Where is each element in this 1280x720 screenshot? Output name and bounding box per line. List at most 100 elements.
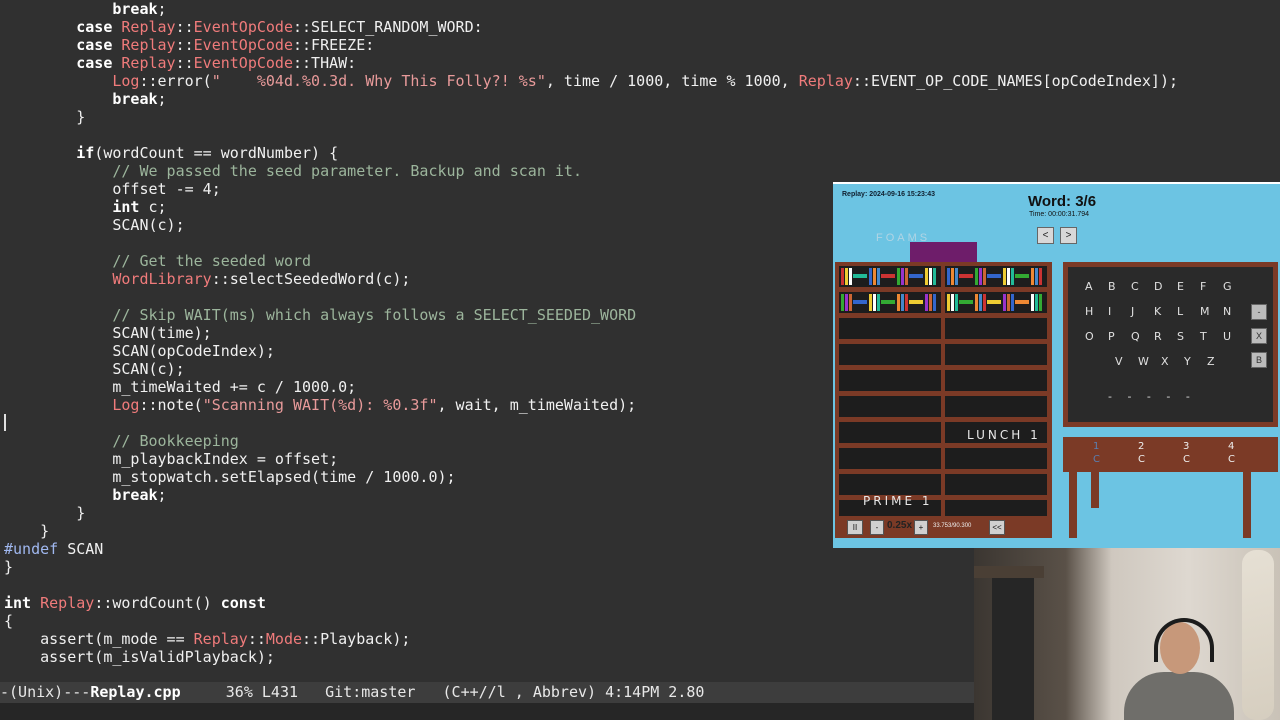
book — [881, 300, 895, 304]
letter-key[interactable]: T — [1200, 330, 1207, 343]
game-window[interactable]: Replay: 2024-09-16 15:23:43 Word: 3/6 Ti… — [833, 182, 1280, 548]
side-button-x[interactable]: X — [1251, 328, 1267, 344]
shelf-cell — [945, 318, 1047, 339]
letter-key[interactable]: W — [1138, 355, 1149, 368]
table-leg — [1091, 472, 1099, 508]
side-button-minus[interactable]: - — [1251, 304, 1267, 320]
code-line: break; — [112, 0, 167, 18]
rewind-button[interactable]: << — [989, 520, 1005, 535]
letter-key[interactable]: H — [1085, 305, 1093, 318]
book — [869, 268, 872, 285]
book — [979, 268, 982, 285]
code-line: break; — [112, 90, 167, 108]
book — [841, 294, 844, 311]
book — [1031, 268, 1034, 285]
letter-key[interactable]: N — [1223, 305, 1231, 318]
code-line: Log::error(" %04d.%0.3d. Why This Folly?… — [112, 72, 1179, 90]
shelf-cell — [945, 344, 1047, 365]
book — [909, 274, 923, 278]
letter-key[interactable]: U — [1223, 330, 1231, 343]
letter-key[interactable]: D — [1154, 280, 1162, 293]
prev-word-button[interactable]: < — [1037, 227, 1054, 244]
webcam-person-shirt — [1124, 672, 1234, 720]
code-line: case Replay::EventOpCode::SELECT_RANDOM_… — [76, 18, 483, 36]
code-line: } — [4, 558, 14, 576]
code-line: // Bookkeeping — [112, 432, 239, 450]
letter-key[interactable]: X — [1161, 355, 1169, 368]
book — [1003, 294, 1006, 311]
letter-key[interactable]: F — [1200, 280, 1206, 293]
book — [1039, 294, 1042, 311]
shelf-cell — [945, 474, 1047, 495]
book — [897, 268, 900, 285]
webcam-file-cabinet — [992, 578, 1034, 720]
book — [901, 268, 904, 285]
letter-key[interactable]: I — [1108, 305, 1111, 318]
book — [925, 268, 928, 285]
book — [1015, 300, 1029, 304]
letter-key[interactable]: M — [1200, 305, 1210, 318]
shelf-cell — [839, 396, 941, 417]
letter-key[interactable]: E — [1177, 280, 1184, 293]
pause-button[interactable]: II — [847, 520, 863, 535]
book — [1015, 274, 1029, 278]
letter-key[interactable]: G — [1223, 280, 1232, 293]
table: 1 2 3 4 C C C C — [1063, 437, 1278, 472]
book — [929, 268, 932, 285]
shelf-cell — [945, 370, 1047, 391]
letter-key[interactable]: B — [1108, 280, 1116, 293]
shelf-cell — [945, 396, 1047, 417]
speed-up-button[interactable]: + — [914, 520, 928, 535]
text-cursor — [4, 414, 6, 431]
letter-key[interactable]: K — [1154, 305, 1161, 318]
webcam-skeleton — [1242, 550, 1274, 720]
letter-key[interactable]: Z — [1207, 355, 1215, 368]
side-button-b[interactable]: B — [1251, 352, 1267, 368]
letter-key[interactable]: V — [1115, 355, 1123, 368]
code-line: // We passed the seed parameter. Backup … — [112, 162, 582, 180]
book — [845, 268, 848, 285]
book — [873, 294, 876, 311]
book — [909, 300, 923, 304]
speed-down-button[interactable]: - — [870, 520, 884, 535]
letter-key[interactable]: C — [1131, 280, 1139, 293]
book — [853, 274, 867, 278]
playback-controls: II - 0.25x + 33.753/90.300 << — [835, 516, 1052, 536]
book — [877, 294, 880, 311]
letter-key[interactable]: R — [1154, 330, 1162, 343]
letter-key[interactable]: Y — [1184, 355, 1191, 368]
word-box — [910, 242, 977, 264]
playback-progress: 33.753/90.300 — [933, 523, 972, 529]
letter-key[interactable]: S — [1177, 330, 1184, 343]
shelf-cell — [839, 448, 941, 469]
bookshelf: LUNCH 1 PRIME 1 II - 0.25x + 33.753/90.3… — [835, 262, 1052, 538]
book — [873, 268, 876, 285]
book — [1039, 268, 1042, 285]
code-line: SCAN(c); — [112, 360, 185, 378]
letter-key[interactable]: L — [1177, 305, 1183, 318]
book — [929, 294, 932, 311]
table-letter: C — [1138, 454, 1145, 465]
code-line: // Get the seeded word — [112, 252, 312, 270]
vcs-branch: Git:master — [298, 683, 416, 701]
code-line: offset -= 4; — [112, 180, 221, 198]
letter-key[interactable]: O — [1085, 330, 1094, 343]
next-word-button[interactable]: > — [1060, 227, 1077, 244]
shelf-cell — [839, 344, 941, 365]
emacs-modeline: -(Unix)---Replay.cpp 36% L431 Git:master… — [0, 682, 974, 703]
table-number: 1 — [1093, 441, 1100, 452]
letter-key[interactable]: Q — [1131, 330, 1140, 343]
book — [853, 300, 867, 304]
table-letter: C — [1093, 454, 1100, 465]
letter-key[interactable]: J — [1131, 305, 1134, 318]
code-line: { — [4, 612, 14, 630]
shelf-cell — [945, 448, 1047, 469]
code-line: } — [76, 108, 86, 126]
book — [947, 294, 950, 311]
book — [1035, 268, 1038, 285]
minibuffer[interactable] — [0, 703, 974, 720]
letter-key[interactable]: P — [1108, 330, 1115, 343]
table-letter: C — [1183, 454, 1190, 465]
book — [869, 294, 872, 311]
letter-key[interactable]: A — [1085, 280, 1093, 293]
